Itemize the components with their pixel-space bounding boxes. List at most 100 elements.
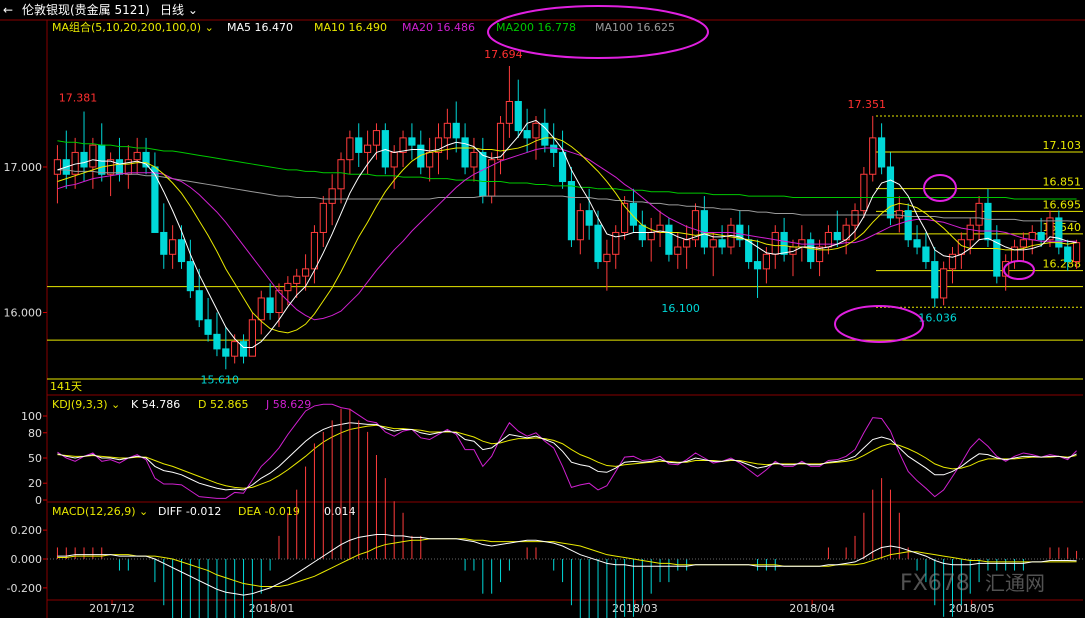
watermark-cn: 汇通网 — [985, 571, 1045, 595]
fib-level-label: 16.851 — [1043, 176, 1082, 189]
time-tick-label: 2018/05 — [949, 602, 995, 615]
candle-body — [293, 275, 301, 284]
kdj-tick-label: 50 — [28, 452, 42, 465]
candle-body — [461, 137, 469, 168]
candle-body — [319, 202, 327, 233]
candle-body — [470, 151, 478, 168]
kdj-tick-label: 0 — [35, 494, 42, 507]
time-tick-label: 2018/03 — [612, 602, 658, 615]
candle-body — [683, 239, 691, 248]
candle-body — [709, 239, 717, 248]
price-tick-label: 16.000 — [4, 307, 43, 320]
candle-body — [833, 231, 841, 241]
low-highlight-ellipse — [834, 305, 924, 343]
candle-body — [966, 224, 974, 241]
candle-body — [851, 210, 859, 226]
macd-tick-label: 0.200 — [11, 524, 43, 537]
candle-body — [886, 166, 895, 219]
candle-body — [408, 137, 416, 146]
candle-body — [860, 173, 868, 212]
candle-body — [895, 210, 903, 219]
candle-body — [266, 297, 274, 314]
candle-body — [248, 319, 256, 357]
price-annotation: 15.610 — [201, 373, 240, 386]
candle-body — [523, 130, 531, 139]
candle-body — [576, 210, 584, 241]
watermark-logo: FX678 — [900, 571, 970, 596]
candle-body — [231, 341, 239, 357]
time-tick-label: 2018/01 — [249, 602, 295, 615]
kdj-tick-label: 100 — [21, 410, 42, 423]
price-tick-label: 17.000 — [4, 161, 43, 174]
macd-tick-label: 0.000 — [11, 553, 43, 566]
candle-body — [1064, 246, 1072, 263]
time-tick-label: 2017/12 — [89, 602, 135, 615]
candle-body — [541, 122, 549, 146]
candle-body — [984, 202, 992, 241]
candle-body — [718, 239, 726, 248]
candle-body — [567, 181, 576, 241]
price-annotation: 17.381 — [59, 92, 98, 105]
candle-body — [975, 202, 983, 226]
candle-body — [957, 239, 965, 255]
fib-level-label: 16.695 — [1043, 198, 1082, 211]
candle-body — [585, 210, 593, 226]
candle-body — [479, 151, 487, 197]
candle-body — [1037, 231, 1045, 241]
candle-body — [89, 144, 97, 168]
candle-body — [204, 319, 212, 335]
candle-body — [878, 137, 886, 168]
ma10-line — [57, 137, 1077, 334]
candle-body — [940, 268, 948, 299]
candle-body — [904, 210, 912, 241]
time-tick-label: 2018/04 — [789, 602, 835, 615]
candle-body — [505, 100, 513, 124]
candle-body — [239, 341, 248, 357]
candle-body — [284, 282, 292, 292]
candle-body — [922, 246, 930, 263]
candle-body — [913, 239, 921, 248]
candle-body — [674, 246, 682, 255]
kdj-tick-label: 80 — [28, 427, 42, 440]
candle-body — [53, 159, 62, 175]
candle-body — [346, 137, 354, 161]
candle-body — [195, 290, 203, 321]
candle-body — [186, 261, 194, 292]
candle-body — [621, 202, 629, 233]
candle-body — [98, 144, 106, 175]
candle-body — [426, 151, 434, 168]
candle-body — [390, 151, 398, 168]
candle-body — [257, 297, 265, 321]
candle-body — [1019, 239, 1027, 248]
candle-body — [665, 224, 673, 255]
candle-body — [301, 268, 310, 277]
candle-body — [355, 137, 363, 153]
candle-body — [80, 151, 88, 168]
candle-body — [603, 253, 611, 263]
candle-body — [115, 159, 124, 175]
candle-body — [372, 130, 381, 146]
candle-body — [381, 130, 389, 168]
chart-canvas[interactable]: 17.000 16.000 100 80 50 20 0 0.200 0.000 -0.200 20… — [0, 0, 1085, 618]
candle-body — [647, 231, 655, 241]
candle-body — [753, 261, 762, 270]
candle-body — [443, 122, 451, 139]
price-annotation: 17.351 — [847, 98, 886, 111]
candle-body — [780, 231, 788, 255]
candle-body — [452, 122, 460, 139]
candle-body — [700, 210, 708, 248]
days-label: 141天 — [50, 380, 82, 393]
kdj-tick-label: 20 — [28, 477, 42, 490]
candle-body — [1072, 242, 1081, 263]
candle-body — [993, 239, 1001, 277]
macd-tick-label: -0.200 — [7, 582, 42, 595]
price-annotation: 16.100 — [661, 302, 700, 315]
candle-body — [213, 333, 221, 350]
candle-body — [594, 224, 602, 263]
candle-body — [133, 151, 141, 161]
candle-body — [762, 253, 770, 270]
candle-body — [328, 188, 336, 204]
candle-body — [169, 239, 177, 255]
candle-body — [310, 231, 319, 270]
candle-body — [222, 348, 230, 357]
